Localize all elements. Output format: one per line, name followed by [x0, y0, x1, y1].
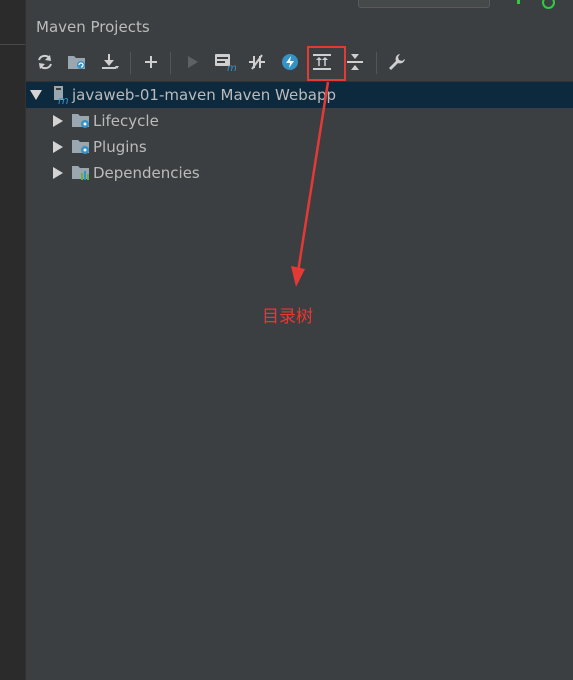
- annotation-arrow: [291, 81, 330, 287]
- annotation-label: 目录树: [262, 307, 313, 327]
